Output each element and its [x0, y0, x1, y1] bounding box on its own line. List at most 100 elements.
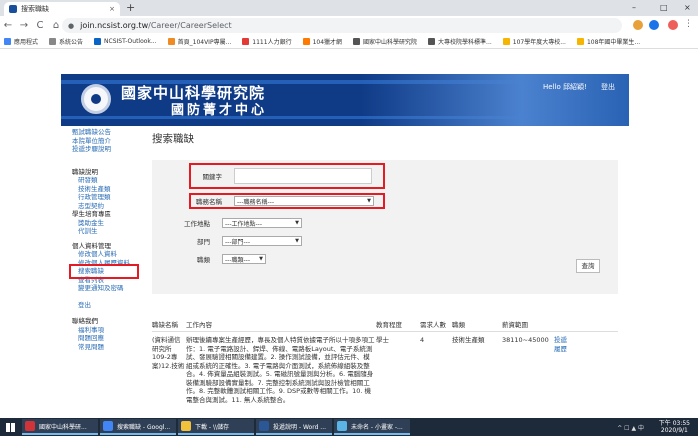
- reload-icon[interactable]: C: [32, 20, 48, 31]
- sidebar-item-trainee[interactable]: 代訓生: [72, 227, 152, 236]
- extension-icon[interactable]: [649, 20, 659, 30]
- sidebar-link-announcements[interactable]: 甄試職缺公告: [72, 128, 152, 137]
- bookmark-label: 1111人力銀行: [252, 39, 292, 46]
- bookmark-label: 大專校院學科標準...: [438, 39, 492, 46]
- web-page: 國家中山科學研究院 國防菁才中心 Hello 邱紹穎! 登出 甄試職缺公告 本院…: [0, 50, 698, 418]
- taskbar-item[interactable]: 國家中山科學研...: [22, 419, 98, 435]
- clock-date: 2020/9/1: [660, 427, 688, 434]
- location-select[interactable]: ---工作地點--- ▼: [222, 218, 302, 228]
- header-job-name: 職缺名稱: [152, 321, 178, 329]
- bookmark-item[interactable]: 首頁_104VIP專屬...: [167, 37, 231, 46]
- jobname-label: 職務名稱: [196, 198, 222, 206]
- bookmarks-bar: 應用程式 系統公告 NCSIST-Outlook... 首頁_104VIP專屬... 1…: [0, 35, 698, 49]
- bookmark-item[interactable]: 104獵才網: [302, 37, 342, 46]
- clock[interactable]: 下午 03:55 2020/9/1: [659, 420, 690, 434]
- browser-tab[interactable]: 搜索職缺 ×: [4, 2, 120, 16]
- sidebar-item-change-password[interactable]: 變更通知及密碼: [72, 284, 152, 293]
- sidebar-item-admin[interactable]: 行政管理類: [72, 193, 152, 202]
- ncsist-logo-icon: [81, 84, 111, 114]
- app-icon: [181, 421, 191, 431]
- user-greeting: Hello 邱紹穎!: [543, 83, 587, 91]
- main-content: 搜索職缺 關鍵字 職務名稱 ---職務名稱--- ▼ 工作地點 ---工作地點--…: [152, 128, 618, 404]
- profile-avatar[interactable]: [668, 20, 678, 30]
- bookmark-icon: [242, 38, 250, 45]
- sidebar-logout-link[interactable]: 登出: [72, 301, 152, 310]
- header-category: 職類: [452, 321, 465, 329]
- browser-tab-bar: 搜索職缺 × + – □ ×: [0, 0, 698, 16]
- taskbar-item-label: 下載 - \\儲存: [195, 423, 230, 431]
- kebab-menu-icon[interactable]: ⋮: [684, 19, 694, 29]
- sidebar-item-edit-profile[interactable]: 修改個人資料: [72, 250, 152, 259]
- clock-time: 下午 03:55: [658, 420, 690, 427]
- bookmark-item[interactable]: 應用程式: [4, 37, 38, 46]
- bookmark-icon: [4, 38, 11, 45]
- sidebar-item-faq[interactable]: 常見問題: [72, 343, 152, 352]
- sidebar-item-tech[interactable]: 技術生產類: [72, 185, 152, 194]
- bookmark-label: NCSIST-Outlook...: [104, 38, 157, 45]
- lock-icon: ●: [68, 21, 75, 30]
- address-bar[interactable]: ● join.ncsist.org.tw/Career/CareerSelect: [62, 18, 622, 33]
- sidebar-item-view-list[interactable]: 查看列表: [72, 276, 152, 285]
- table-header: 職缺名稱 工作內容 教育程度 需求人數 職類 薪資範圍: [152, 308, 618, 332]
- extension-icon[interactable]: [633, 20, 643, 30]
- category-select[interactable]: ---職類--- ▼: [222, 254, 266, 264]
- apply-link[interactable]: 投遞: [554, 336, 567, 344]
- forward-arrow-icon[interactable]: →: [16, 20, 32, 31]
- bookmark-item[interactable]: 系統公告: [49, 37, 83, 46]
- banner-logout-link[interactable]: 登出: [601, 82, 615, 92]
- dept-select[interactable]: ---部門--- ▼: [222, 236, 302, 246]
- bookmark-icon: [167, 38, 175, 45]
- chevron-down-icon: ▼: [295, 220, 299, 226]
- sidebar-item-rd[interactable]: 研發類: [72, 176, 152, 185]
- sidebar-item-feedback[interactable]: 問題回應: [72, 334, 152, 343]
- close-window-button[interactable]: ×: [684, 3, 691, 12]
- cell-job-name: (資料通信研究所109-2專案)12.技術: [152, 336, 185, 370]
- bookmark-label: 應用程式: [14, 39, 39, 46]
- taskbar-item[interactable]: 下載 - \\儲存: [178, 419, 254, 435]
- sidebar-item-contract[interactable]: 志型契約: [72, 202, 152, 211]
- bookmark-item[interactable]: 大專校院學科標準...: [428, 37, 492, 46]
- taskbar-item-label: 未命名 - 小畫家 -...: [351, 423, 403, 431]
- bookmark-item[interactable]: 1111人力銀行: [242, 37, 292, 46]
- chevron-down-icon: ▼: [367, 198, 371, 204]
- header-content: 工作內容: [186, 321, 212, 329]
- bookmark-item[interactable]: NCSIST-Outlook...: [94, 38, 157, 45]
- sidebar-item-edit-resume[interactable]: 修改個人履歷資料: [72, 259, 152, 268]
- search-form: 關鍵字 職務名稱 ---職務名稱--- ▼ 工作地點 ---工作地點--- ▼ 部門…: [152, 160, 618, 294]
- resume-link[interactable]: 履歷: [554, 345, 567, 353]
- taskbar-item[interactable]: 未命名 - 小畫家 -...: [334, 419, 410, 435]
- windows-taskbar: 國家中山科學研... 搜索職缺 - Googl... 下載 - \\儲存 投遞說明 -…: [0, 418, 698, 436]
- app-icon: [337, 421, 347, 431]
- close-tab-icon[interactable]: ×: [109, 5, 115, 13]
- new-tab-button[interactable]: +: [126, 2, 135, 14]
- bookmark-label: 系統公告: [59, 39, 84, 46]
- chevron-down-icon: ▼: [259, 256, 263, 262]
- keyword-input[interactable]: [234, 168, 372, 184]
- bookmark-item[interactable]: 108年國中畢業生...: [576, 37, 640, 46]
- sidebar-link-about[interactable]: 本院單位簡介: [72, 137, 152, 146]
- sidebar-item-search-jobs[interactable]: 搜索職缺: [69, 264, 139, 279]
- banner-glow: [361, 74, 629, 126]
- start-button[interactable]: [0, 418, 20, 436]
- bookmark-item[interactable]: 國家中山科學研究院: [353, 37, 417, 46]
- taskbar-item[interactable]: 搜索職缺 - Googl...: [100, 419, 176, 435]
- sidebar-item-benefits[interactable]: 福利事項: [72, 326, 152, 335]
- windows-logo-icon: [5, 422, 15, 432]
- bookmark-icon: [428, 38, 436, 45]
- maximize-button[interactable]: □: [660, 3, 668, 12]
- minimize-button[interactable]: –: [632, 3, 636, 12]
- sidebar-group-title: 職缺說明: [72, 167, 98, 176]
- sidebar-link-steps[interactable]: 投遞步驟說明: [72, 145, 152, 154]
- jobname-select[interactable]: ---職務名稱--- ▼: [234, 196, 374, 206]
- search-button[interactable]: 查詢: [576, 259, 600, 273]
- bookmark-icon: [353, 38, 361, 45]
- sidebar-item-scholarship[interactable]: 獎助金生: [72, 219, 152, 228]
- header-salary: 薪資範圍: [502, 321, 528, 329]
- system-tray[interactable]: ^ ☐ ▲ 中: [617, 423, 644, 432]
- jobname-value: ---職務名稱---: [237, 198, 274, 206]
- bookmark-icon: [49, 38, 57, 45]
- bookmark-item[interactable]: 107學年度大專校...: [502, 37, 566, 46]
- back-arrow-icon[interactable]: ←: [0, 20, 16, 31]
- taskbar-item[interactable]: 投遞說明 - Word ...: [256, 419, 332, 435]
- bookmark-icon: [502, 38, 510, 45]
